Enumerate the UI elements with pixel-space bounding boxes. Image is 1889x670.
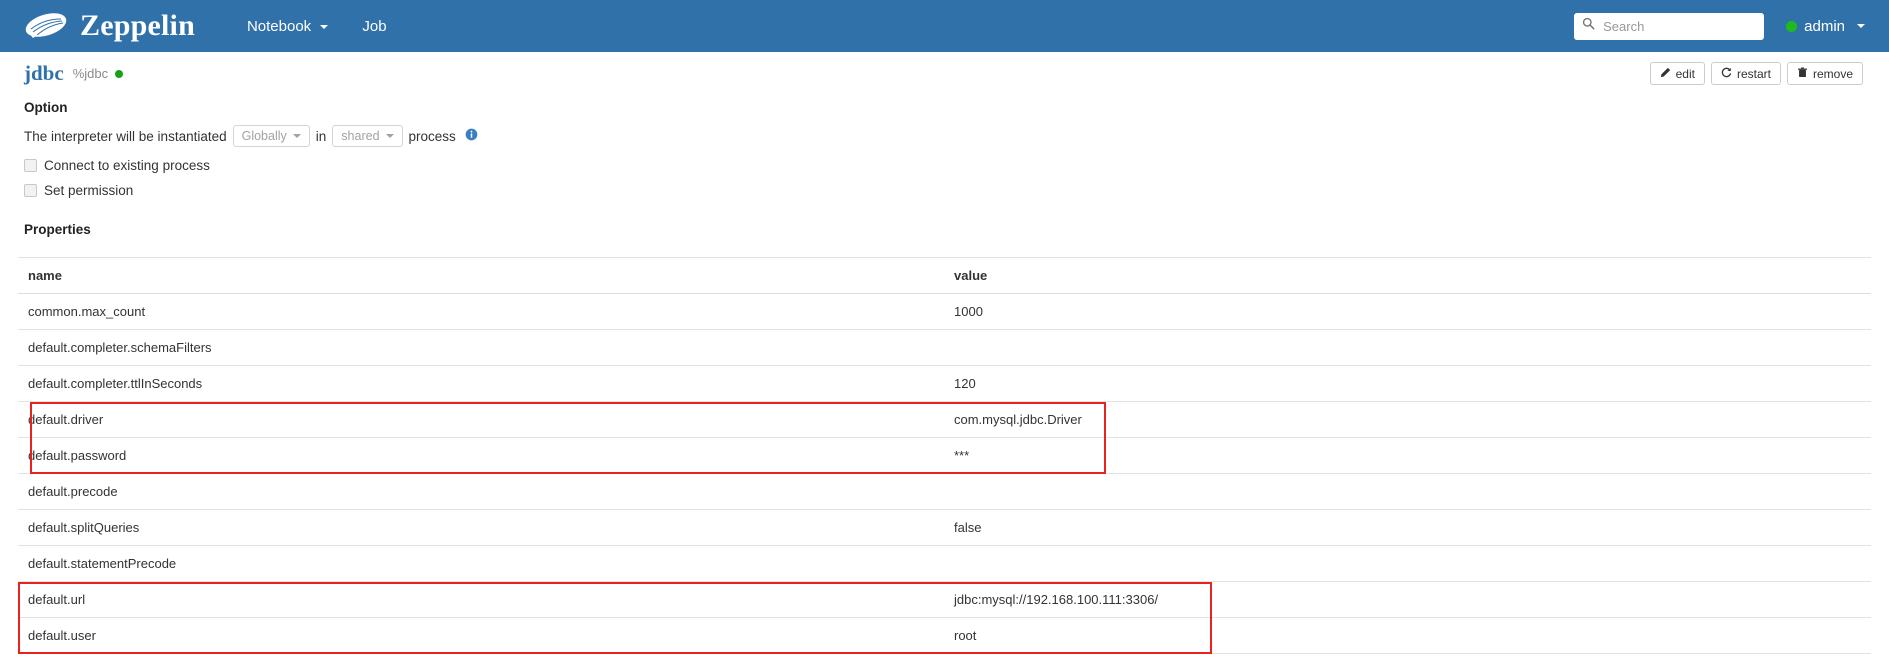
table-row: default.splitQueries false (18, 509, 1871, 546)
properties-table-body: common.max_count 1000 default.completer.sc… (18, 293, 1871, 654)
property-name-cell: default.driver (18, 401, 946, 438)
properties-header-row: name value (18, 257, 1871, 294)
page-body: jdbc %jdbc edit restart remove Option Th… (0, 52, 1889, 654)
top-navbar: Zeppelin Notebook Job admin (0, 0, 1889, 52)
set-permission-label: Set permission (44, 183, 134, 198)
table-row: default.completer.schemaFilters (18, 329, 1871, 366)
table-row: common.max_count 1000 (18, 293, 1871, 330)
edit-button[interactable]: edit (1649, 62, 1705, 85)
process-select-value: shared (341, 129, 380, 143)
nav-item-notebook[interactable]: Notebook (233, 10, 342, 43)
property-value-cell (946, 473, 1871, 510)
connect-existing-process-checkbox[interactable] (24, 159, 37, 172)
chevron-down-icon (320, 24, 329, 29)
table-row: default.completer.ttlInSeconds 120 (18, 365, 1871, 402)
remove-button-label: remove (1812, 66, 1853, 81)
property-value-cell: root (946, 617, 1871, 654)
property-value-cell: jdbc:mysql://192.168.100.111:3306/ (946, 581, 1871, 618)
property-name-cell: common.max_count (18, 293, 946, 330)
table-row: default.user root (18, 617, 1871, 654)
property-name-cell: default.statementPrecode (18, 545, 946, 582)
property-name-cell: default.precode (18, 473, 946, 510)
user-menu-label: admin (1804, 17, 1845, 35)
scope-select-value: Globally (241, 129, 287, 143)
edit-button-label: edit (1675, 66, 1695, 81)
option-section-title: Option (24, 100, 68, 115)
table-row: default.url jdbc:mysql://192.168.100.111:… (18, 581, 1871, 618)
remove-button[interactable]: remove (1786, 62, 1863, 85)
nav-item-job[interactable]: Job (348, 10, 400, 43)
property-value-cell: false (946, 509, 1871, 546)
scope-select[interactable]: Globally (232, 125, 310, 147)
table-row: default.precode (18, 473, 1871, 510)
column-header-name: name (18, 257, 946, 294)
properties-table: name value common.max_count 1000 default.c… (18, 257, 1871, 654)
property-name-cell: default.url (18, 581, 946, 618)
nav-links: Notebook Job (233, 10, 401, 43)
instantiation-sentence-start: The interpreter will be instantiated (24, 128, 227, 144)
brand-title: Zeppelin (80, 9, 195, 42)
interpreter-header: jdbc %jdbc edit restart remove (18, 52, 1871, 90)
zeppelin-airship-logo-icon (22, 8, 70, 44)
column-header-value: value (946, 257, 1871, 294)
restart-button-label: restart (1736, 66, 1771, 81)
property-value-cell: 120 (946, 365, 1871, 402)
interpreter-name: jdbc (24, 61, 64, 85)
property-value-cell: *** (946, 437, 1871, 474)
property-value-cell: com.mysql.jdbc.Driver (946, 401, 1871, 438)
set-permission-checkbox[interactable] (24, 184, 37, 197)
table-row: default.statementPrecode (18, 545, 1871, 582)
info-circle-icon[interactable] (465, 128, 478, 144)
connect-existing-process-row[interactable]: Connect to existing process (24, 158, 1871, 173)
navbar-right: admin (1574, 12, 1875, 41)
nav-item-notebook-label: Notebook (246, 17, 312, 35)
restart-button[interactable]: restart (1710, 62, 1781, 85)
interpreter-status-dot (115, 69, 124, 78)
property-name-cell: default.completer.schemaFilters (18, 329, 946, 366)
user-status-dot (1786, 20, 1798, 32)
refresh-icon (1721, 67, 1732, 80)
instantiation-sentence-end: process (408, 128, 456, 144)
process-select[interactable]: shared (332, 125, 403, 147)
property-name-cell: default.password (18, 437, 946, 474)
table-row: default.password *** (18, 437, 1871, 474)
property-value-cell (946, 329, 1871, 366)
nav-item-job-label: Job (362, 17, 387, 35)
properties-table-head: name value (18, 257, 1871, 294)
properties-section-title: Properties (24, 222, 91, 237)
property-name-cell: default.completer.ttlInSeconds (18, 365, 946, 402)
property-name-cell: default.user (18, 617, 946, 654)
search-icon (1582, 17, 1601, 35)
property-name-cell: default.splitQueries (18, 509, 946, 546)
property-value-cell: 1000 (946, 293, 1871, 330)
chevron-down-icon (385, 134, 394, 138)
table-row: default.driver com.mysql.jdbc.Driver (18, 401, 1871, 438)
pencil-icon (1660, 67, 1671, 80)
user-menu[interactable]: admin (1782, 12, 1869, 41)
connect-existing-process-label: Connect to existing process (44, 158, 210, 173)
search-input[interactable] (1601, 17, 1757, 35)
interpreter-magic: %jdbc (72, 66, 109, 81)
search-box[interactable] (1574, 12, 1765, 40)
instantiation-sentence-middle: in (315, 128, 327, 144)
interpreter-actions: edit restart remove (1649, 62, 1865, 85)
instantiation-option-row: The interpreter will be instantiated Glo… (24, 125, 1871, 147)
set-permission-row[interactable]: Set permission (24, 183, 1871, 198)
chevron-down-icon (292, 134, 301, 138)
properties-table-wrap: name value common.max_count 1000 default.c… (18, 257, 1871, 654)
trash-icon (1797, 67, 1808, 80)
chevron-down-icon (1857, 24, 1865, 28)
property-value-cell (946, 545, 1871, 582)
brand[interactable]: Zeppelin (22, 8, 195, 44)
